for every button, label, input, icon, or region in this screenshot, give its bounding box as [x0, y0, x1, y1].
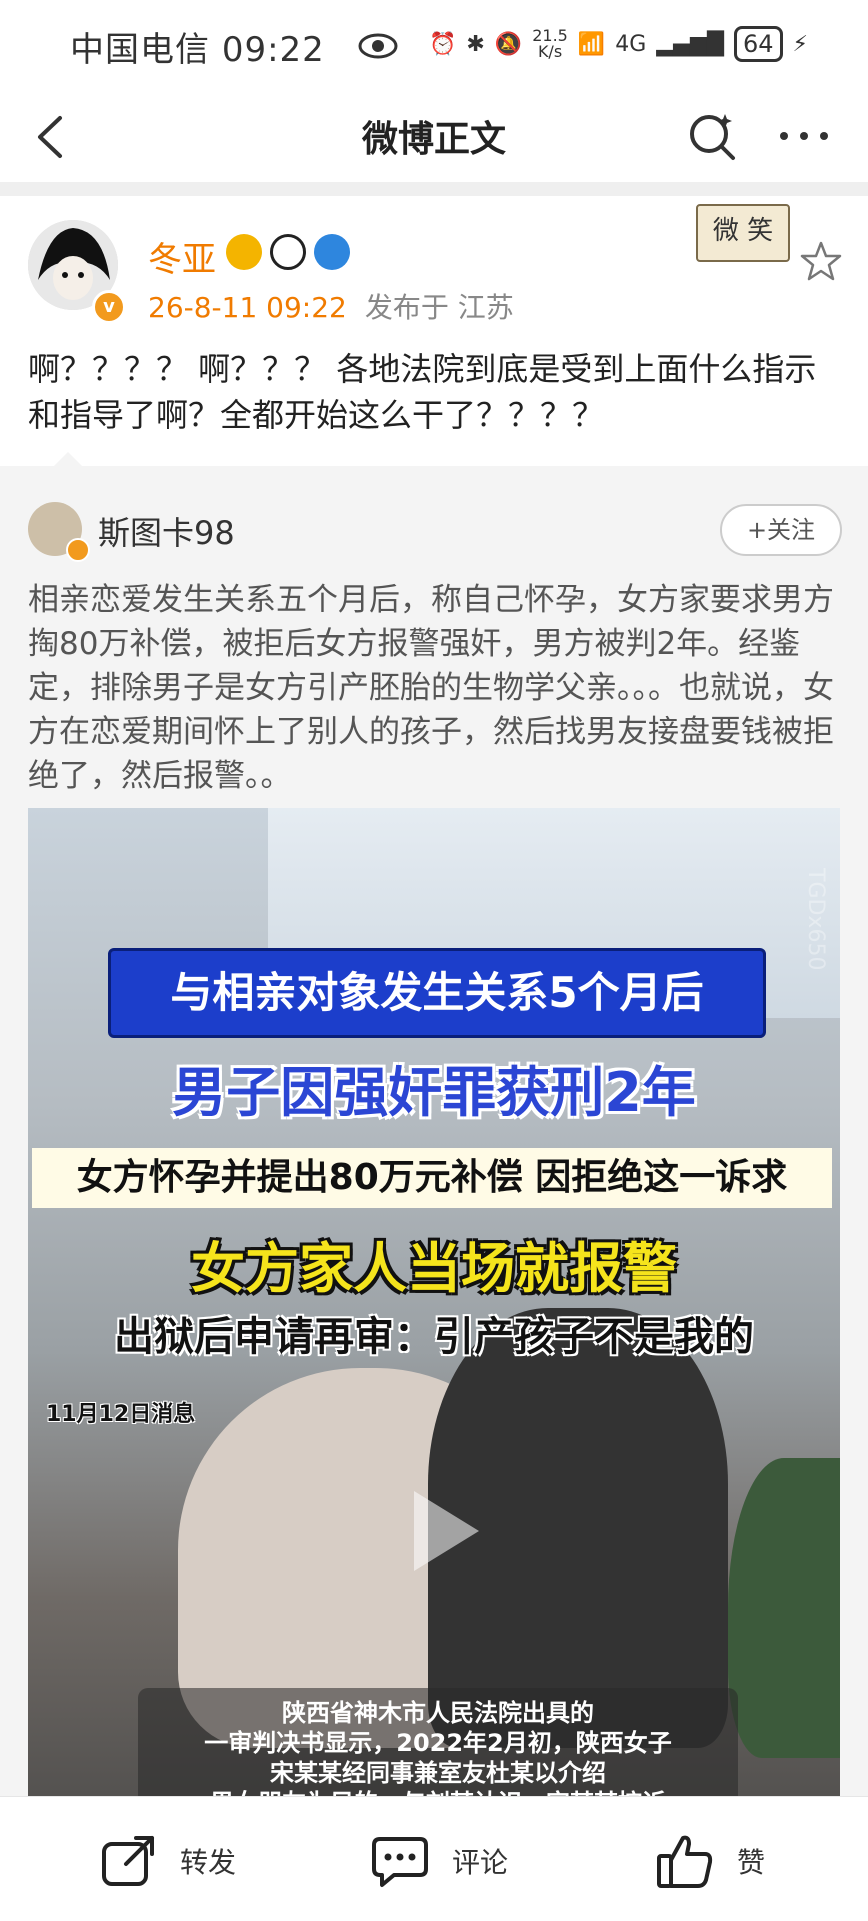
- star-icon[interactable]: [800, 240, 842, 282]
- like-button[interactable]: 赞: [655, 1831, 765, 1891]
- repost-verified-badge-icon: [66, 538, 90, 562]
- thumbs-up-icon: [657, 1835, 713, 1888]
- eye-icon: [358, 33, 398, 59]
- battery-level: 64: [734, 26, 783, 62]
- repost-label: 转发: [180, 1846, 237, 1879]
- repost-pointer: [54, 452, 82, 466]
- status-carrier: 中国电信 09:22: [70, 30, 325, 70]
- like-label: 赞: [737, 1846, 766, 1879]
- bottom-action-bar: 转发 评论 赞: [0, 1796, 868, 1921]
- share-icon: [102, 1836, 154, 1886]
- post-card: v 冬亚 26-8-11 09:22 发布于 江苏 微 笑 啊？？？？ 啊？？？ …: [0, 196, 868, 466]
- charging-icon: ⚡: [792, 31, 808, 57]
- diamond-badge-icon: [314, 234, 350, 270]
- alarm-icon: ⏰: [428, 31, 457, 57]
- repost-button[interactable]: 转发: [100, 1831, 236, 1891]
- video-subheadline: 出狱后申请再审：引产孩子不是我的: [114, 1314, 754, 1360]
- divider: [0, 182, 868, 196]
- panda-badge-icon: [270, 234, 306, 270]
- search-icon[interactable]: [685, 108, 741, 164]
- status-bar: 中国电信 09:22 ⏰ ✱ 🔕 21.5 K/s 📶 4G ▂▄▆█ 64 ⚡: [0, 0, 868, 90]
- video-watermark: TGDx650: [803, 868, 828, 971]
- video-banner: 女方怀孕并提出80万元补偿 因拒绝这一诉求: [32, 1148, 832, 1208]
- crown-badge-icon: [226, 234, 262, 270]
- more-options-icon[interactable]: [776, 126, 832, 146]
- comment-button[interactable]: 评论: [370, 1831, 508, 1891]
- repost-card[interactable]: 斯图卡98 +关注 相亲恋爱发生关系五个月后，称自己怀孕，女方家要求男方掏80万…: [0, 452, 868, 1796]
- play-icon[interactable]: [384, 1476, 494, 1586]
- repost-text: 相亲恋爱发生关系五个月后，称自己怀孕，女方家要求男方掏80万补偿，被拒后女方报警…: [28, 582, 834, 794]
- video-headline: 男子因强奸罪获刑2年: [172, 1061, 696, 1124]
- status-icons: ⏰ ✱ 🔕 21.5 K/s 📶 4G ▂▄▆█ 64 ⚡: [429, 22, 808, 66]
- signal-icon: ▂▄▆█: [656, 31, 724, 57]
- net-speed: 21.5 K/s: [532, 26, 568, 61]
- post-text: 啊？？？？ 啊？？？ 各地法院到底是受到上面什么指示和指导了啊？全都开始这么干了…: [28, 350, 817, 434]
- post-meta: 26-8-11 09:22 发布于 江苏: [148, 291, 514, 324]
- verified-badge-icon: v: [92, 290, 126, 324]
- video-caption: 陕西省神木市人民法院出具的 一审判决书显示，2022年2月初，陕西女子 宋某某经…: [138, 1688, 738, 1796]
- bluetooth-icon: ✱: [466, 31, 485, 57]
- network-type: 4G: [615, 31, 647, 57]
- user-badges: [226, 234, 350, 270]
- video-scene-plant: [728, 1458, 840, 1758]
- mute-icon: 🔕: [494, 31, 523, 57]
- nav-bar: 微博正文: [0, 90, 868, 182]
- post-username[interactable]: 冬亚: [148, 232, 216, 281]
- wifi-icon: 📶: [577, 31, 606, 57]
- sticker-image: 微 笑: [696, 204, 790, 262]
- video-player[interactable]: TGDx650 与相亲对象发生关系5个月后 男子因强奸罪获刑2年 女方怀孕并提出…: [28, 808, 840, 1796]
- comment-icon: [372, 1837, 428, 1887]
- comment-label: 评论: [452, 1846, 509, 1879]
- follow-button[interactable]: +关注: [720, 504, 842, 556]
- video-date: 11月12日消息: [46, 1402, 196, 1427]
- video-banner: 与相亲对象发生关系5个月后: [108, 948, 766, 1038]
- repost-username[interactable]: 斯图卡98: [98, 508, 235, 554]
- video-headline: 女方家人当场就报警: [191, 1237, 677, 1300]
